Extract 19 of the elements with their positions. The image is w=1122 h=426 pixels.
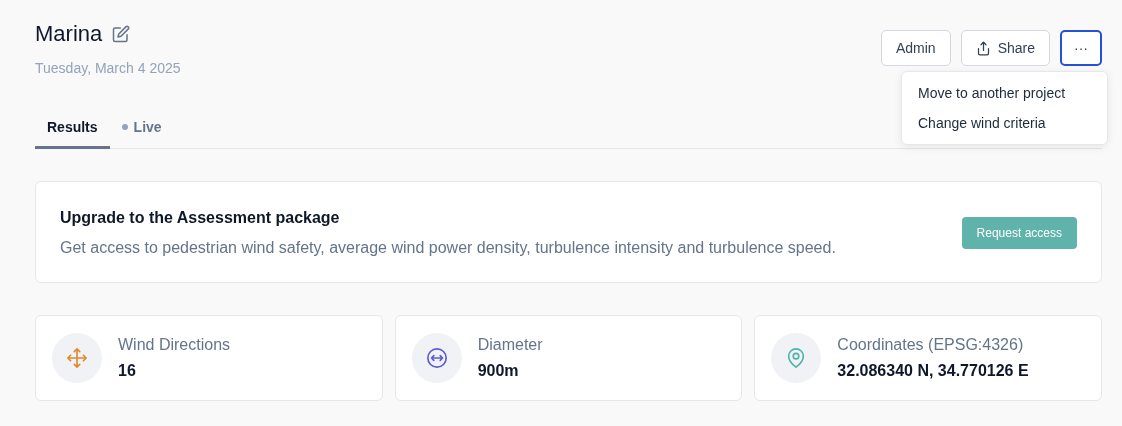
tab[interactable]: Live — [109, 119, 174, 149]
banner-title: Upgrade to the Assessment package — [60, 209, 341, 227]
tab[interactable]: Results — [35, 119, 110, 149]
stat-value: 16 — [118, 362, 137, 380]
more-button[interactable]: ··· — [1060, 30, 1102, 66]
stat-value: 900m — [477, 362, 520, 380]
stat-label: Coordinates (EPSG:4326) — [837, 336, 1025, 354]
stat-value: 32.086340 N, 34.770126 E — [837, 362, 1029, 380]
page-title: Marina — [35, 21, 103, 47]
share-button[interactable]: Share — [960, 30, 1050, 66]
admin-button[interactable]: Admin — [880, 30, 951, 66]
edit-icon[interactable] — [112, 25, 131, 43]
date-label: Tuesday, March 4 2025 — [35, 60, 181, 76]
menu-item[interactable]: Move to another project — [902, 78, 1107, 108]
menu-item[interactable]: Change wind criteria — [902, 108, 1107, 138]
stat-label: Diameter — [477, 336, 543, 354]
banner-text: Get access to pedestrian wind safety, average wind power density, turbulence intensity and turbulence speed. — [60, 239, 836, 257]
share-icon — [975, 40, 991, 56]
stat-label: Wind Directions — [118, 336, 231, 354]
